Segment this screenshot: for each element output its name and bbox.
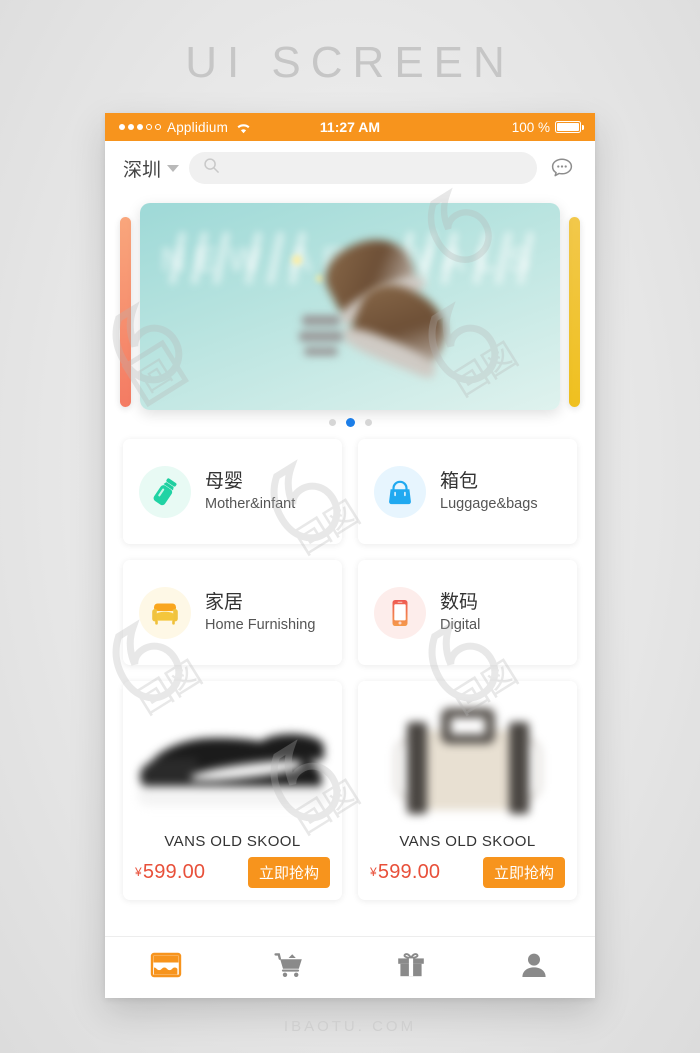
signal-strength-icon bbox=[119, 124, 161, 130]
category-label-cn: 箱包 bbox=[440, 470, 479, 492]
carousel-dot[interactable] bbox=[364, 419, 372, 426]
status-bar: Applidium 11:27 AM 100 % bbox=[105, 113, 595, 141]
banner-slide[interactable]: NEW ARRIVALS bbox=[140, 203, 560, 410]
search-input[interactable] bbox=[228, 160, 523, 176]
category-label-en: Digital bbox=[440, 616, 481, 633]
site-watermark-footer: IBAOTU. COM bbox=[283, 1018, 417, 1035]
bottom-tab-bar bbox=[105, 936, 595, 998]
cart-icon bbox=[272, 950, 306, 985]
category-text: 数码 Digital bbox=[440, 592, 480, 634]
store-icon bbox=[149, 950, 183, 985]
category-text: 箱包 Luggage&bags bbox=[440, 471, 538, 513]
city-selector[interactable]: 深圳 bbox=[123, 155, 180, 182]
currency-symbol: ¥ bbox=[135, 865, 142, 879]
phone-mockup: Applidium 11:27 AM 100 % 深圳 NEW ARRIVALS… bbox=[105, 113, 595, 998]
product-name: VANS OLD SKOOL bbox=[164, 833, 301, 850]
tab-cart[interactable] bbox=[228, 937, 351, 998]
category-card-luggage-bags[interactable]: 箱包 Luggage&bags bbox=[358, 439, 577, 544]
gift-icon bbox=[395, 950, 427, 985]
page-title: UI SCREEN bbox=[185, 38, 515, 87]
product-price: ¥599.00 bbox=[370, 861, 440, 884]
category-label-cn: 数码 bbox=[440, 591, 479, 613]
wifi-icon bbox=[236, 122, 250, 133]
search-field[interactable] bbox=[189, 152, 537, 184]
price-amount: 599.00 bbox=[142, 861, 206, 883]
tab-gift[interactable] bbox=[350, 937, 473, 998]
product-footer: ¥599.00 立即抢构 bbox=[123, 857, 342, 888]
product-card[interactable]: VANS OLD SKOOL ¥599.00 立即抢构 bbox=[123, 681, 342, 900]
person-icon bbox=[519, 950, 549, 985]
category-grid: 母婴 Mother&infant 箱包 Luggage&bags 家居 Home… bbox=[105, 433, 595, 665]
product-card[interactable]: VANS OLD SKOOL ¥599.00 立即抢构 bbox=[358, 681, 577, 900]
carousel-dot-active[interactable] bbox=[345, 418, 355, 427]
product-name: VANS OLD SKOOL bbox=[399, 833, 536, 850]
currency-symbol: ¥ bbox=[370, 865, 377, 879]
search-icon bbox=[203, 157, 220, 179]
smartphone-icon bbox=[374, 586, 426, 639]
product-footer: ¥599.00 立即抢构 bbox=[358, 857, 577, 888]
product-grid: VANS OLD SKOOL ¥599.00 立即抢构 VANS OLD SKO… bbox=[105, 665, 595, 900]
tab-store[interactable] bbox=[105, 937, 228, 998]
handbag-icon bbox=[374, 465, 426, 518]
category-label-en: Home Furnishing bbox=[205, 616, 316, 633]
price-amount: 599.00 bbox=[377, 861, 441, 883]
carousel-dot[interactable] bbox=[328, 419, 336, 426]
status-bar-clock: 11:27 AM bbox=[319, 119, 381, 135]
chat-bubble-icon[interactable] bbox=[547, 153, 577, 183]
category-label-cn: 母婴 bbox=[205, 470, 244, 492]
category-card-mother-infant[interactable]: 母婴 Mother&infant bbox=[123, 439, 342, 544]
armchair-icon bbox=[139, 586, 191, 639]
black-sneaker-image bbox=[123, 681, 342, 831]
banner-carousel[interactable]: NEW ARRIVALS bbox=[105, 195, 595, 433]
buy-now-button[interactable]: 立即抢构 bbox=[247, 857, 330, 888]
beige-handbag-image bbox=[358, 681, 577, 831]
category-label-en: Luggage&bags bbox=[440, 495, 538, 512]
carousel-prev-peek[interactable] bbox=[120, 217, 131, 407]
tab-profile[interactable] bbox=[473, 937, 596, 998]
carrier-name: Applidium bbox=[167, 119, 229, 135]
app-header: 深圳 bbox=[105, 141, 595, 195]
chevron-down-icon bbox=[167, 164, 180, 172]
category-card-digital[interactable]: 数码 Digital bbox=[358, 560, 577, 665]
city-label: 深圳 bbox=[123, 159, 162, 181]
category-text: 家居 Home Furnishing bbox=[205, 592, 315, 634]
buy-now-button[interactable]: 立即抢构 bbox=[482, 857, 565, 888]
sparkle-icon bbox=[292, 255, 302, 265]
carousel-next-peek[interactable] bbox=[569, 217, 580, 407]
category-text: 母婴 Mother&infant bbox=[205, 471, 295, 513]
banner-podium-decoration bbox=[298, 315, 344, 359]
battery-percent-label: 100 % bbox=[511, 119, 550, 135]
category-label-en: Mother&infant bbox=[205, 495, 296, 512]
status-bar-right: 100 % bbox=[511, 119, 584, 135]
category-card-home-furnishing[interactable]: 家居 Home Furnishing bbox=[123, 560, 342, 665]
product-price: ¥599.00 bbox=[135, 861, 205, 884]
category-label-cn: 家居 bbox=[205, 591, 244, 613]
carousel-dots[interactable] bbox=[105, 418, 595, 427]
battery-icon bbox=[555, 121, 584, 133]
status-bar-left: Applidium bbox=[119, 120, 250, 135]
baby-bottle-icon bbox=[139, 465, 191, 518]
